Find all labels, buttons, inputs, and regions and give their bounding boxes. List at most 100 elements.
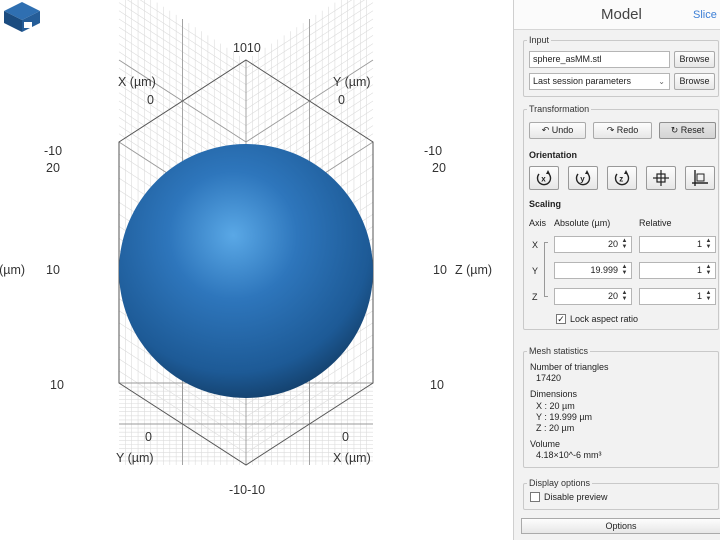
rotate-y-button[interactable]: y <box>568 166 598 190</box>
dimension-z: Z : 20 µm <box>536 423 575 433</box>
center-move-button[interactable] <box>646 166 676 190</box>
reset-icon: ↻ <box>670 125 679 135</box>
axis-tick-x-top: 0 <box>147 93 154 107</box>
spin-arrows-icon[interactable]: ▲ ▼ <box>621 290 628 302</box>
browse-params-button[interactable]: Browse <box>674 73 715 90</box>
relative-x-value: 1 <box>696 239 702 249</box>
absolute-x-value: 20 <box>607 239 618 249</box>
disable-preview-label: Disable preview <box>544 492 608 502</box>
axis-tick-x-bottom: 0 <box>342 430 349 444</box>
volume-label: Volume <box>530 439 561 449</box>
dimension-x: X : 20 µm <box>536 401 575 411</box>
axis-tick-z-right: 10 <box>433 263 447 277</box>
axis-label-z-right: Z (µm) <box>455 263 492 277</box>
vertex-label-top: 1010 <box>233 41 261 55</box>
rotate-z-button[interactable]: z <box>607 166 637 190</box>
mesh-legend: Mesh statistics <box>529 346 589 356</box>
spin-arrows-icon[interactable]: ▲ ▼ <box>705 238 712 250</box>
tab-model[interactable]: Model <box>601 6 642 23</box>
3d-viewport[interactable]: 1010 -10-10 -10 20 -10 20 10 10 X (µm) 0… <box>0 0 512 540</box>
scaling-title: Scaling <box>529 199 562 209</box>
reset-label: Reset <box>680 125 705 135</box>
tab-slice[interactable]: Slice <box>693 9 717 21</box>
triangles-value: 17420 <box>536 373 562 383</box>
tab-bar: Model Slice <box>514 0 720 30</box>
align-corner-icon <box>692 170 708 186</box>
relative-z-input[interactable]: 1 ▲ ▼ <box>639 288 716 305</box>
col-axis-header: Axis <box>529 218 547 228</box>
relative-y-input[interactable]: 1 ▲ ▼ <box>639 262 716 279</box>
col-relative-header: Relative <box>639 218 672 228</box>
absolute-z-input[interactable]: 20 ▲ ▼ <box>554 288 632 305</box>
rotate-z-icon: z <box>614 170 630 186</box>
vertex-label-upper-right-2: 20 <box>432 161 446 175</box>
input-legend: Input <box>529 35 550 45</box>
undo-icon: ↶ <box>541 125 550 135</box>
display-legend: Display options <box>529 478 591 488</box>
spin-arrows-icon[interactable]: ▲ ▼ <box>705 264 712 276</box>
vertex-label-upper-left: -10 <box>44 144 62 158</box>
options-button[interactable]: Options <box>521 518 720 534</box>
spin-arrows-icon[interactable]: ▲ ▼ <box>621 264 628 276</box>
vertex-label-upper-left-2: 20 <box>46 161 60 175</box>
absolute-z-value: 20 <box>607 291 618 301</box>
relative-x-input[interactable]: 1 ▲ ▼ <box>639 236 716 253</box>
params-select[interactable]: Last session parameters ⌄ <box>529 73 670 90</box>
axis-x-label: X <box>532 240 539 250</box>
absolute-x-input[interactable]: 20 ▲ ▼ <box>554 236 632 253</box>
params-select-value: Last session parameters <box>533 76 632 86</box>
rotate-x-button[interactable]: x <box>529 166 559 190</box>
lock-aspect-label: Lock aspect ratio <box>570 314 639 324</box>
checkmark-icon: ✓ <box>557 314 565 324</box>
chevron-down-icon: ⌄ <box>658 77 665 86</box>
spin-arrows-icon[interactable]: ▲ ▼ <box>621 238 628 250</box>
rotate-y-icon: y <box>575 170 591 186</box>
axis-tick-y-top: 0 <box>338 93 345 107</box>
svg-text:x: x <box>541 175 546 184</box>
redo-icon: ↷ <box>606 125 615 135</box>
axis-label-x-top: X (µm) <box>118 75 156 89</box>
relative-z-value: 1 <box>696 291 702 301</box>
cube-logo-icon <box>4 2 40 32</box>
axis-label-x-bottom: X (µm) <box>333 451 371 465</box>
model-panel: Model Slice Input sphere_asMM.stl Browse… <box>513 0 720 540</box>
orientation-title: Orientation <box>529 150 578 160</box>
file-input[interactable]: sphere_asMM.stl <box>529 51 670 68</box>
axis-tick-y-bottom: 0 <box>145 430 152 444</box>
sphere-model[interactable] <box>119 144 373 398</box>
reset-button[interactable]: ↻ Reset <box>659 122 716 139</box>
hexagon-grid-view: 1010 -10-10 -10 20 -10 20 10 10 X (µm) 0… <box>0 0 492 497</box>
dimension-y: Y : 19.999 µm <box>536 412 593 422</box>
redo-label: Redo <box>616 125 639 135</box>
disable-preview-checkbox[interactable] <box>530 492 540 502</box>
vertex-label-upper-right: -10 <box>424 144 442 158</box>
volume-value: 4.18×10^-6 mm³ <box>536 450 602 460</box>
align-corner-button[interactable] <box>685 166 715 190</box>
absolute-y-input[interactable]: 19.999 ▲ ▼ <box>554 262 632 279</box>
axis-label-y-top: Y (µm) <box>333 75 371 89</box>
axis-tick-z-left: 10 <box>46 263 60 277</box>
rotate-x-icon: x <box>536 170 552 186</box>
spin-arrows-icon[interactable]: ▲ ▼ <box>705 290 712 302</box>
svg-text:y: y <box>580 175 585 184</box>
vertex-label-lower-left: 10 <box>50 378 64 392</box>
transformation-legend: Transformation <box>529 104 590 114</box>
axis-y-label: Y <box>532 266 539 276</box>
redo-button[interactable]: ↷ Redo <box>593 122 652 139</box>
svg-text:z: z <box>619 175 623 184</box>
axis-label-y-bottom: Y (µm) <box>116 451 154 465</box>
undo-button[interactable]: ↶ Undo <box>529 122 586 139</box>
dimensions-label: Dimensions <box>530 389 578 399</box>
vertex-label-bottom: -10-10 <box>229 483 265 497</box>
center-move-icon <box>653 170 669 186</box>
undo-label: Undo <box>551 125 574 135</box>
col-absolute-header: Absolute (µm) <box>554 218 611 228</box>
relative-y-value: 1 <box>696 265 702 275</box>
absolute-y-value: 19.999 <box>590 265 618 275</box>
browse-file-button[interactable]: Browse <box>674 51 715 68</box>
axis-label-z-left: Z (µm) <box>0 263 25 277</box>
axis-z-label: Z <box>532 292 538 302</box>
triangles-label: Number of triangles <box>530 362 609 372</box>
lock-aspect-checkbox[interactable]: ✓ <box>556 314 566 324</box>
lock-bracket <box>544 242 548 297</box>
